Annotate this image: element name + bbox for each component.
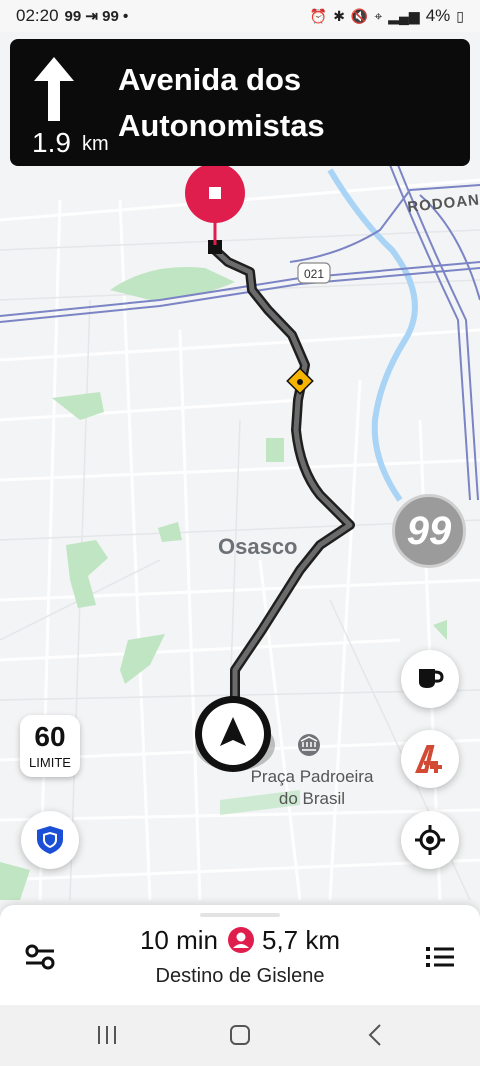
eta-summary: 10 min 5,7 km	[0, 925, 480, 956]
signal-icon: ▂▄▆	[388, 7, 420, 24]
drag-handle[interactable]	[200, 913, 280, 917]
system-nav-bar	[0, 1005, 480, 1066]
coffee-icon	[419, 669, 444, 688]
home-icon[interactable]	[220, 1019, 260, 1051]
back-icon[interactable]	[355, 1019, 395, 1051]
speed-limit-label: LIMITE	[29, 755, 71, 770]
cafe-button[interactable]	[401, 650, 459, 708]
clock: 02:20	[16, 6, 59, 25]
recenter-button[interactable]	[401, 811, 459, 869]
eta-time: 10 min	[139, 925, 218, 955]
turn-instruction-banner[interactable]: 1.9 km Avenida dos Autonomistas	[10, 39, 470, 166]
street-name: Avenida dos Autonomistas	[118, 62, 325, 143]
poi-label[interactable]: Praça Padroeira do Brasil	[242, 766, 382, 810]
speed-limit-sign: 60 LIMITE	[20, 715, 80, 777]
eta-distance: 5,7 km	[262, 925, 341, 955]
safety-plus-icon	[415, 745, 442, 773]
straight-arrow-icon	[34, 57, 74, 121]
destination-label: Destino de Gislene	[155, 965, 325, 987]
battery-icon: ▯	[456, 7, 464, 24]
bluetooth-icon: ✱	[333, 7, 345, 24]
trip-list-icon[interactable]	[420, 939, 460, 975]
trip-summary-card[interactable]: 10 min 5,7 km Destino de Gislene	[0, 905, 480, 1005]
recent-apps-icon[interactable]	[87, 1019, 127, 1051]
crosshair-icon	[415, 825, 445, 855]
shield-icon	[37, 826, 63, 854]
road-shield-label: 021	[304, 267, 324, 281]
notification-icons: 99 ⇥ 99 •	[64, 8, 129, 25]
logo-text: 99	[406, 508, 452, 553]
app-logo-button[interactable]: 99	[392, 494, 466, 568]
safety-plus-button[interactable]	[401, 730, 459, 788]
speed-limit-value: 60	[34, 721, 66, 752]
city-label: Osasco	[218, 534, 298, 559]
maneuver-distance: 1.9	[32, 127, 71, 158]
status-bar: 02:20 99 ⇥ 99 • ⏰ ✱ 🔇 ⌖ ▂▄▆ 4% ▯	[0, 0, 480, 32]
maneuver-distance-unit: km	[82, 133, 109, 155]
passenger-icon	[228, 927, 254, 953]
alarm-icon: ⏰	[309, 7, 328, 24]
safety-shield-button[interactable]	[21, 811, 79, 869]
mute-icon: 🔇	[350, 7, 369, 24]
landmark-icon[interactable]	[298, 734, 320, 756]
road-shield: 021	[297, 262, 331, 284]
battery-level: 4%	[425, 6, 451, 25]
location-icon: ⌖	[374, 7, 383, 24]
